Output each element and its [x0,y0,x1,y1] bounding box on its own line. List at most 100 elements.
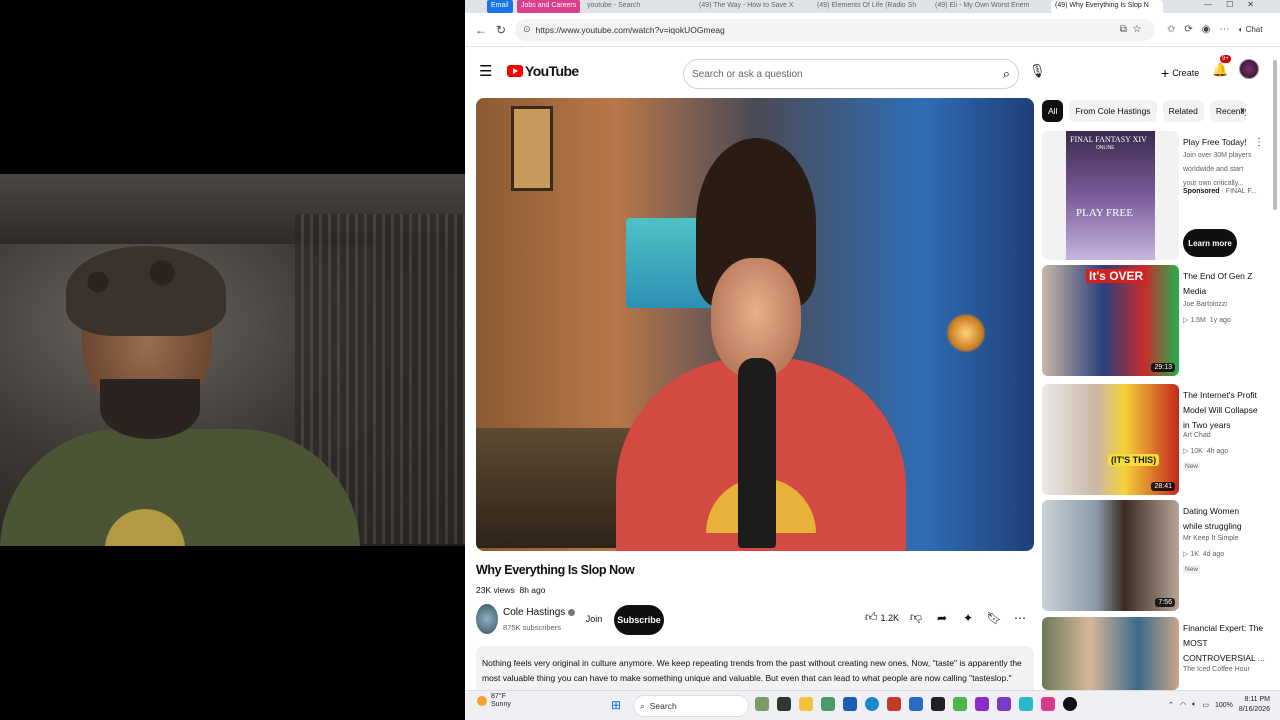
like-count: 1.2K [880,612,900,623]
sponsored-label: Sponsored [1183,188,1220,195]
description-box[interactable]: Nothing feels very original in culture a… [476,646,1034,690]
create-button[interactable]: + Create [1157,62,1203,84]
chat-button[interactable]: ◐ Chat [1239,25,1263,34]
app-icon[interactable] [1019,697,1033,711]
tab-the-way[interactable]: (49) The Way - How to Save X [695,0,803,13]
channel-name[interactable]: Cole Hastings [503,607,565,618]
extensions-icon[interactable]: ⟳ [1184,24,1192,35]
chevron-up-icon[interactable]: ⌃ [1168,701,1174,709]
app-icon[interactable] [755,697,769,711]
view-count: 23K views [476,585,515,595]
video-player[interactable] [476,98,1034,551]
windows-taskbar: 87°F Sunny ⊞ ⌕ Search ⌃ ◠ 🔈︎ ▭ 100% 8:11… [465,690,1280,720]
youtube-logo[interactable]: YouTube [507,63,579,79]
tab-youtube-search[interactable]: youtube - Search [583,0,683,13]
tab-my-own-worst-enemy[interactable]: (49) Eli - My Own Worst Enem [931,0,1039,13]
ad-thumbnail-frame: FINAL FANTASY XIV ONLINE PLAY FREE [1042,131,1179,260]
video-duration: 28:41 [1151,482,1175,491]
more-icon[interactable]: ⋯ [1220,24,1230,35]
app-icon[interactable] [931,697,945,711]
player-lamp [946,313,986,353]
taskbar-search[interactable]: ⌕ Search [633,695,749,717]
task-view-icon[interactable] [777,697,791,711]
ad-sponsor-line: Sponsored · FINAL F... [1183,188,1257,195]
ad-menu-icon[interactable]: ⋮ [1254,137,1264,148]
app-icon[interactable] [887,697,901,711]
notifications-icon[interactable]: 🔔 [1212,62,1228,78]
site-info-icon[interactable]: ⊙ [523,24,531,35]
video-duration: 7:56 [1155,598,1175,607]
thumbs-up-icon: 👍︎ [864,610,878,624]
refresh-icon[interactable]: ↻ [491,23,511,37]
sponsored-ad[interactable]: FINAL FANTASY XIV ONLINE PLAY FREE Play … [1042,131,1267,260]
dislike-icon[interactable]: 👎︎ [903,610,929,625]
app-icon[interactable] [821,697,835,711]
webcam-person-hair [66,246,226,336]
share-icon[interactable]: ➦ [929,611,955,625]
channel-name: Mr Keep It Simple [1183,535,1239,542]
clock[interactable]: 8:11 PM 8/16/2026 [1239,695,1270,715]
video-title: The End Of Gen Z Media [1183,271,1253,296]
channel-avatar[interactable] [476,604,498,634]
list-item[interactable]: Financial Expert: The MOST CONTROVERSIAL… [1042,617,1267,690]
youtube-play-icon [507,65,523,77]
list-item[interactable]: 7:56 Dating Women while struggling Mr Ke… [1042,500,1267,611]
chip-from-channel[interactable]: From Cole Hastings [1069,100,1157,122]
subscribe-button[interactable]: Subscribe [614,605,664,635]
instagram-icon[interactable] [1041,697,1055,711]
weather-widget[interactable]: 87°F Sunny [477,693,511,709]
edge-icon[interactable] [865,697,879,711]
more-actions-icon[interactable]: ⋯ [1007,611,1033,625]
url-actions-icons[interactable]: ⧉☆ [1120,24,1147,35]
twitch-icon[interactable] [997,697,1011,711]
address-bar-row: ← ↻ ⊙ https://www.youtube.com/watch?v=iq… [465,13,1280,47]
list-item[interactable]: It's OVER 29:13 The End Of Gen Z Media J… [1042,265,1267,376]
wifi-icon[interactable]: ◠ [1180,701,1186,709]
tab-elements-of-life[interactable]: (49) Elements Of Life (Radio Sh [813,0,921,13]
page-scrollbar[interactable] [1273,60,1277,210]
app-icon[interactable] [1063,697,1077,711]
voice-search-icon[interactable]: 🎙 [1029,63,1046,79]
new-badge: New [1183,462,1201,471]
channel-name-row[interactable]: Cole Hastings [503,607,576,618]
save-icon[interactable]: 🔖︎ [981,611,1007,625]
upload-age: 1y ago [1209,317,1231,324]
list-item[interactable]: (IT'S THIS) 28:41 The Internet's Profit … [1042,384,1267,495]
view-count: 1K [1190,551,1199,558]
back-icon[interactable]: ← [471,23,491,37]
volume-icon[interactable]: 🔈︎ [1192,701,1196,709]
channel-name: Joe Bartolozzi [1183,301,1227,308]
menu-icon[interactable]: ☰ [479,62,499,80]
battery-icon[interactable]: ▭ [1202,701,1209,709]
app-icon[interactable] [953,697,967,711]
search-icon: ⌕ [640,700,645,711]
avatar[interactable] [1239,59,1259,79]
search-input[interactable]: Search or ask a question ⌕ [683,59,1019,89]
url-field[interactable]: ⊙ https://www.youtube.com/watch?v=iqokUO… [515,18,1155,41]
chevron-right-icon[interactable]: › [1240,103,1244,117]
start-icon[interactable]: ⊞ [611,698,621,712]
window-controls[interactable]: —☐✕ [1204,0,1268,9]
like-button[interactable]: 👍︎ 1.2K [861,610,903,625]
tab-active-video[interactable]: (49) Why Everything Is Slop N [1051,0,1163,13]
filter-chips: All From Cole Hastings Related Recently … [1042,100,1246,122]
join-button[interactable]: Join [578,605,610,633]
app-icon[interactable] [843,697,857,711]
ad-game-title: FINAL FANTASY XIV [1070,135,1147,144]
tab-strip: Email Jobs and Careers youtube - Search … [465,0,1280,13]
app-icon[interactable] [909,697,923,711]
file-explorer-icon[interactable] [799,697,813,711]
video-thumbnail: It's OVER 29:13 [1042,265,1179,376]
collections-icon[interactable]: ◉ [1202,24,1211,35]
tab-email[interactable]: Email [487,0,513,13]
browser-window: Email Jobs and Careers youtube - Search … [465,0,1280,690]
search-icon[interactable]: ⌕ [1003,66,1010,82]
chip-related[interactable]: Related [1162,100,1204,122]
tab-jobs[interactable]: Jobs and Careers [517,0,581,13]
learn-more-button[interactable]: Learn more [1183,229,1237,257]
chip-all[interactable]: All [1042,100,1064,122]
app-icon[interactable] [975,697,989,711]
ask-ai-icon[interactable]: ✦ [955,611,981,625]
video-meta: 23K views 8h ago [476,585,545,595]
favorites-icon[interactable]: ✩ [1167,24,1175,35]
